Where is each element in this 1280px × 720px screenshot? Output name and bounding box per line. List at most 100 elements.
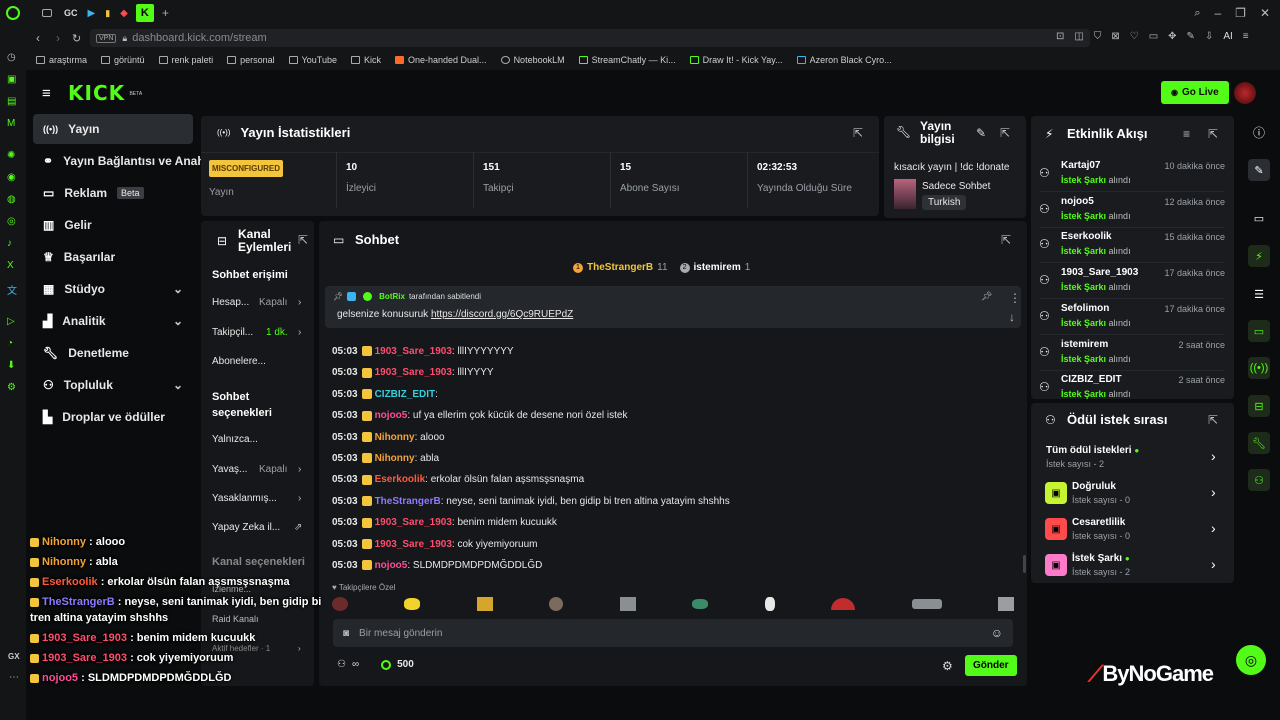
emote-icon[interactable] — [997, 597, 1014, 611]
new-tab-icon[interactable]: + — [162, 6, 169, 20]
bookmark-folder[interactable]: Kick — [350, 55, 381, 65]
popout-icon[interactable]: ⇱ — [1208, 413, 1218, 427]
bookmark-folder[interactable]: araştırma — [36, 55, 87, 65]
activity-item[interactable]: ⚇ Kartaj07 İstek Şarkı alındı 10 dakika önc… — [1039, 160, 1225, 192]
tab-icon[interactable]: ▮ — [105, 8, 110, 19]
nav-item-basarilar[interactable]: ♕ Başarılar — [33, 242, 193, 272]
heart-icon[interactable]: ♡ — [1130, 31, 1139, 42]
setting-row[interactable]: Yasaklanmış... › — [212, 493, 308, 504]
popout-icon[interactable]: ⇱ — [1208, 127, 1218, 141]
setting-row[interactable]: Abonelere... — [212, 356, 308, 367]
emote-icon[interactable] — [549, 597, 564, 611]
restore-icon[interactable]: ❐ — [1235, 6, 1246, 20]
bookmark-folder[interactable]: renk paleti — [158, 55, 213, 65]
vpn-badge[interactable]: VPN — [96, 33, 117, 43]
reward-item[interactable]: ▣ İstek Şarkı ● İstek sayısı - 2 › — [1045, 553, 1223, 583]
bookmark-link[interactable]: Draw It! - Kick Yay... — [689, 55, 783, 65]
list-icon[interactable]: ☰ — [1248, 283, 1270, 305]
nav-item-stream-key[interactable]: ⚭ Yayın Bağlantısı ve Anahtar — [33, 146, 208, 176]
snapshot-icon[interactable]: ◫ — [1074, 31, 1083, 42]
opera-logo-icon[interactable] — [6, 6, 20, 20]
category-name[interactable]: Sadece Sohbet — [922, 181, 990, 192]
message-username[interactable]: Nihonny — [375, 453, 415, 464]
back-icon[interactable]: ‹ — [36, 31, 40, 45]
discord-icon[interactable]: ◍ — [7, 194, 16, 205]
emote-icon[interactable] — [831, 598, 856, 610]
message-username[interactable]: TheStrangerB — [375, 496, 441, 507]
edit-icon[interactable]: ✎ — [1187, 31, 1195, 42]
message-username[interactable]: 1903_Sare_1903 — [375, 539, 452, 550]
bookmark-link[interactable]: NotebookLM — [500, 55, 565, 65]
popout-icon[interactable]: ⇱ — [298, 233, 308, 247]
emote-icon[interactable] — [692, 599, 709, 609]
top-user-name[interactable]: TheStrangerB — [587, 262, 653, 273]
go-live-button[interactable]: ◉ Go Live — [1161, 81, 1229, 104]
stats-icon[interactable]: ▭ — [1248, 207, 1270, 229]
tiktok-icon[interactable]: ♪ — [7, 238, 12, 249]
send-button[interactable]: Gönder — [965, 655, 1017, 676]
kick-logo[interactable]: KICK BETA — [68, 81, 142, 105]
activity-user[interactable]: istemirem — [1061, 339, 1108, 350]
sidebar-app-icon[interactable]: ▤ — [7, 96, 16, 107]
nav-item-yayin[interactable]: ((•)) Yayın — [33, 114, 193, 144]
popout-icon[interactable]: ⇱ — [1001, 233, 1011, 247]
unpin-icon[interactable]: 📌︎ — [981, 291, 992, 302]
popout-icon[interactable]: ⇱ — [1000, 126, 1010, 140]
bookmark-folder[interactable]: görüntü — [101, 55, 145, 65]
setting-row[interactable]: Yapay Zeka il... ⇗ — [212, 522, 308, 533]
minimize-icon[interactable]: – — [1214, 6, 1221, 20]
edit-icon[interactable]: ✎ — [1248, 159, 1270, 181]
activity-item[interactable]: ⚇ CIZBIZ_EDIT İstek Şarkı alındı 2 saat önc… — [1039, 374, 1225, 407]
instagram-icon[interactable]: ◎ — [7, 216, 16, 227]
message-username[interactable]: 1903_Sare_1903 — [375, 367, 452, 378]
wrench-icon[interactable]: 🔧︎ — [1248, 432, 1270, 454]
tab-icon[interactable]: ◆ — [120, 8, 128, 19]
points-value[interactable]: 500 — [397, 659, 414, 670]
download-icon[interactable]: ⬇ — [7, 360, 15, 371]
message-username[interactable]: nojoo5 — [375, 560, 408, 571]
emote-icon[interactable] — [476, 597, 493, 611]
reward-item[interactable]: ▣ Cesaretlilik İstek sayısı - 0 › — [1045, 517, 1223, 547]
settings-icon[interactable]: ⚙ — [7, 382, 16, 393]
chat-input[interactable]: ◙ Bir mesaj gönderin ☺ — [333, 619, 1013, 647]
url-text[interactable]: dashboard.kick.com/stream — [132, 32, 267, 44]
bookmark-link[interactable]: StreamChatly — Ki... — [578, 55, 676, 65]
puzzle-icon[interactable]: ✥ — [1168, 31, 1176, 42]
community-icon[interactable]: ⚇ — [337, 659, 346, 670]
message-username[interactable]: CIZBIZ_EDIT — [375, 389, 436, 400]
actions-icon[interactable]: ⊟ — [1248, 395, 1270, 417]
top-user-name[interactable]: istemirem — [694, 262, 741, 273]
help-button[interactable]: ◎ — [1236, 645, 1266, 675]
message-username[interactable]: nojoo5 — [375, 410, 408, 421]
activity-user[interactable]: Kartaj07 — [1061, 160, 1100, 171]
category-thumbnail[interactable] — [894, 179, 916, 209]
x-twitter-icon[interactable]: X — [7, 260, 14, 271]
emote-icon[interactable] — [332, 597, 348, 611]
activity-user[interactable]: 1903_Sare_1903 — [1061, 267, 1138, 278]
activity-user[interactable]: Eserkoolik — [1061, 231, 1112, 242]
pinned-link[interactable]: https://discord.gg/6Qc9RUEPdZ — [431, 309, 573, 320]
ai-icon[interactable]: AI — [1223, 31, 1232, 42]
activity-item[interactable]: ⚇ istemirem İstek Şarkı alındı 2 saat önce — [1039, 339, 1225, 371]
bookmark-link[interactable]: One-handed Dual... — [395, 55, 487, 65]
reload-icon[interactable]: ↻ — [72, 32, 81, 45]
download-icon[interactable]: ⇩ — [1205, 31, 1213, 42]
nav-item-reklam[interactable]: ▭ Reklam Beta — [33, 178, 193, 208]
activity-item[interactable]: ⚇ 1903_Sare_1903 İstek Şarkı alındı 17 daki… — [1039, 267, 1225, 300]
nav-item-denetleme[interactable]: 🔧︎ Denetleme — [33, 338, 193, 368]
message-username[interactable]: 1903_Sare_1903 — [375, 346, 452, 357]
menu-icon[interactable]: ≡ — [1243, 31, 1249, 42]
activity-item[interactable]: ⚇ nojoo5 İstek Şarkı alındı 12 dakika önce — [1039, 196, 1225, 228]
nav-item-gelir[interactable]: ▥ Gelir — [33, 210, 193, 240]
chat-icon[interactable]: ▭ — [1248, 320, 1270, 342]
setting-row[interactable]: Hesap... Kapalı › — [212, 297, 308, 308]
extension-icon[interactable]: ⊠ — [1111, 31, 1119, 42]
nav-item-studyo[interactable]: ▦ Stüdyo ⌄ — [33, 274, 193, 304]
emote-icon[interactable] — [404, 598, 421, 610]
forward-icon[interactable]: › — [56, 31, 60, 45]
play-store-tab-icon[interactable]: ▶ — [88, 8, 96, 19]
message-username[interactable]: Eserkoolik — [375, 474, 426, 485]
message-username[interactable]: 1903_Sare_1903 — [375, 517, 452, 528]
kick-tab-icon[interactable]: K — [135, 4, 154, 22]
popout-icon[interactable]: ⇱ — [853, 126, 863, 140]
